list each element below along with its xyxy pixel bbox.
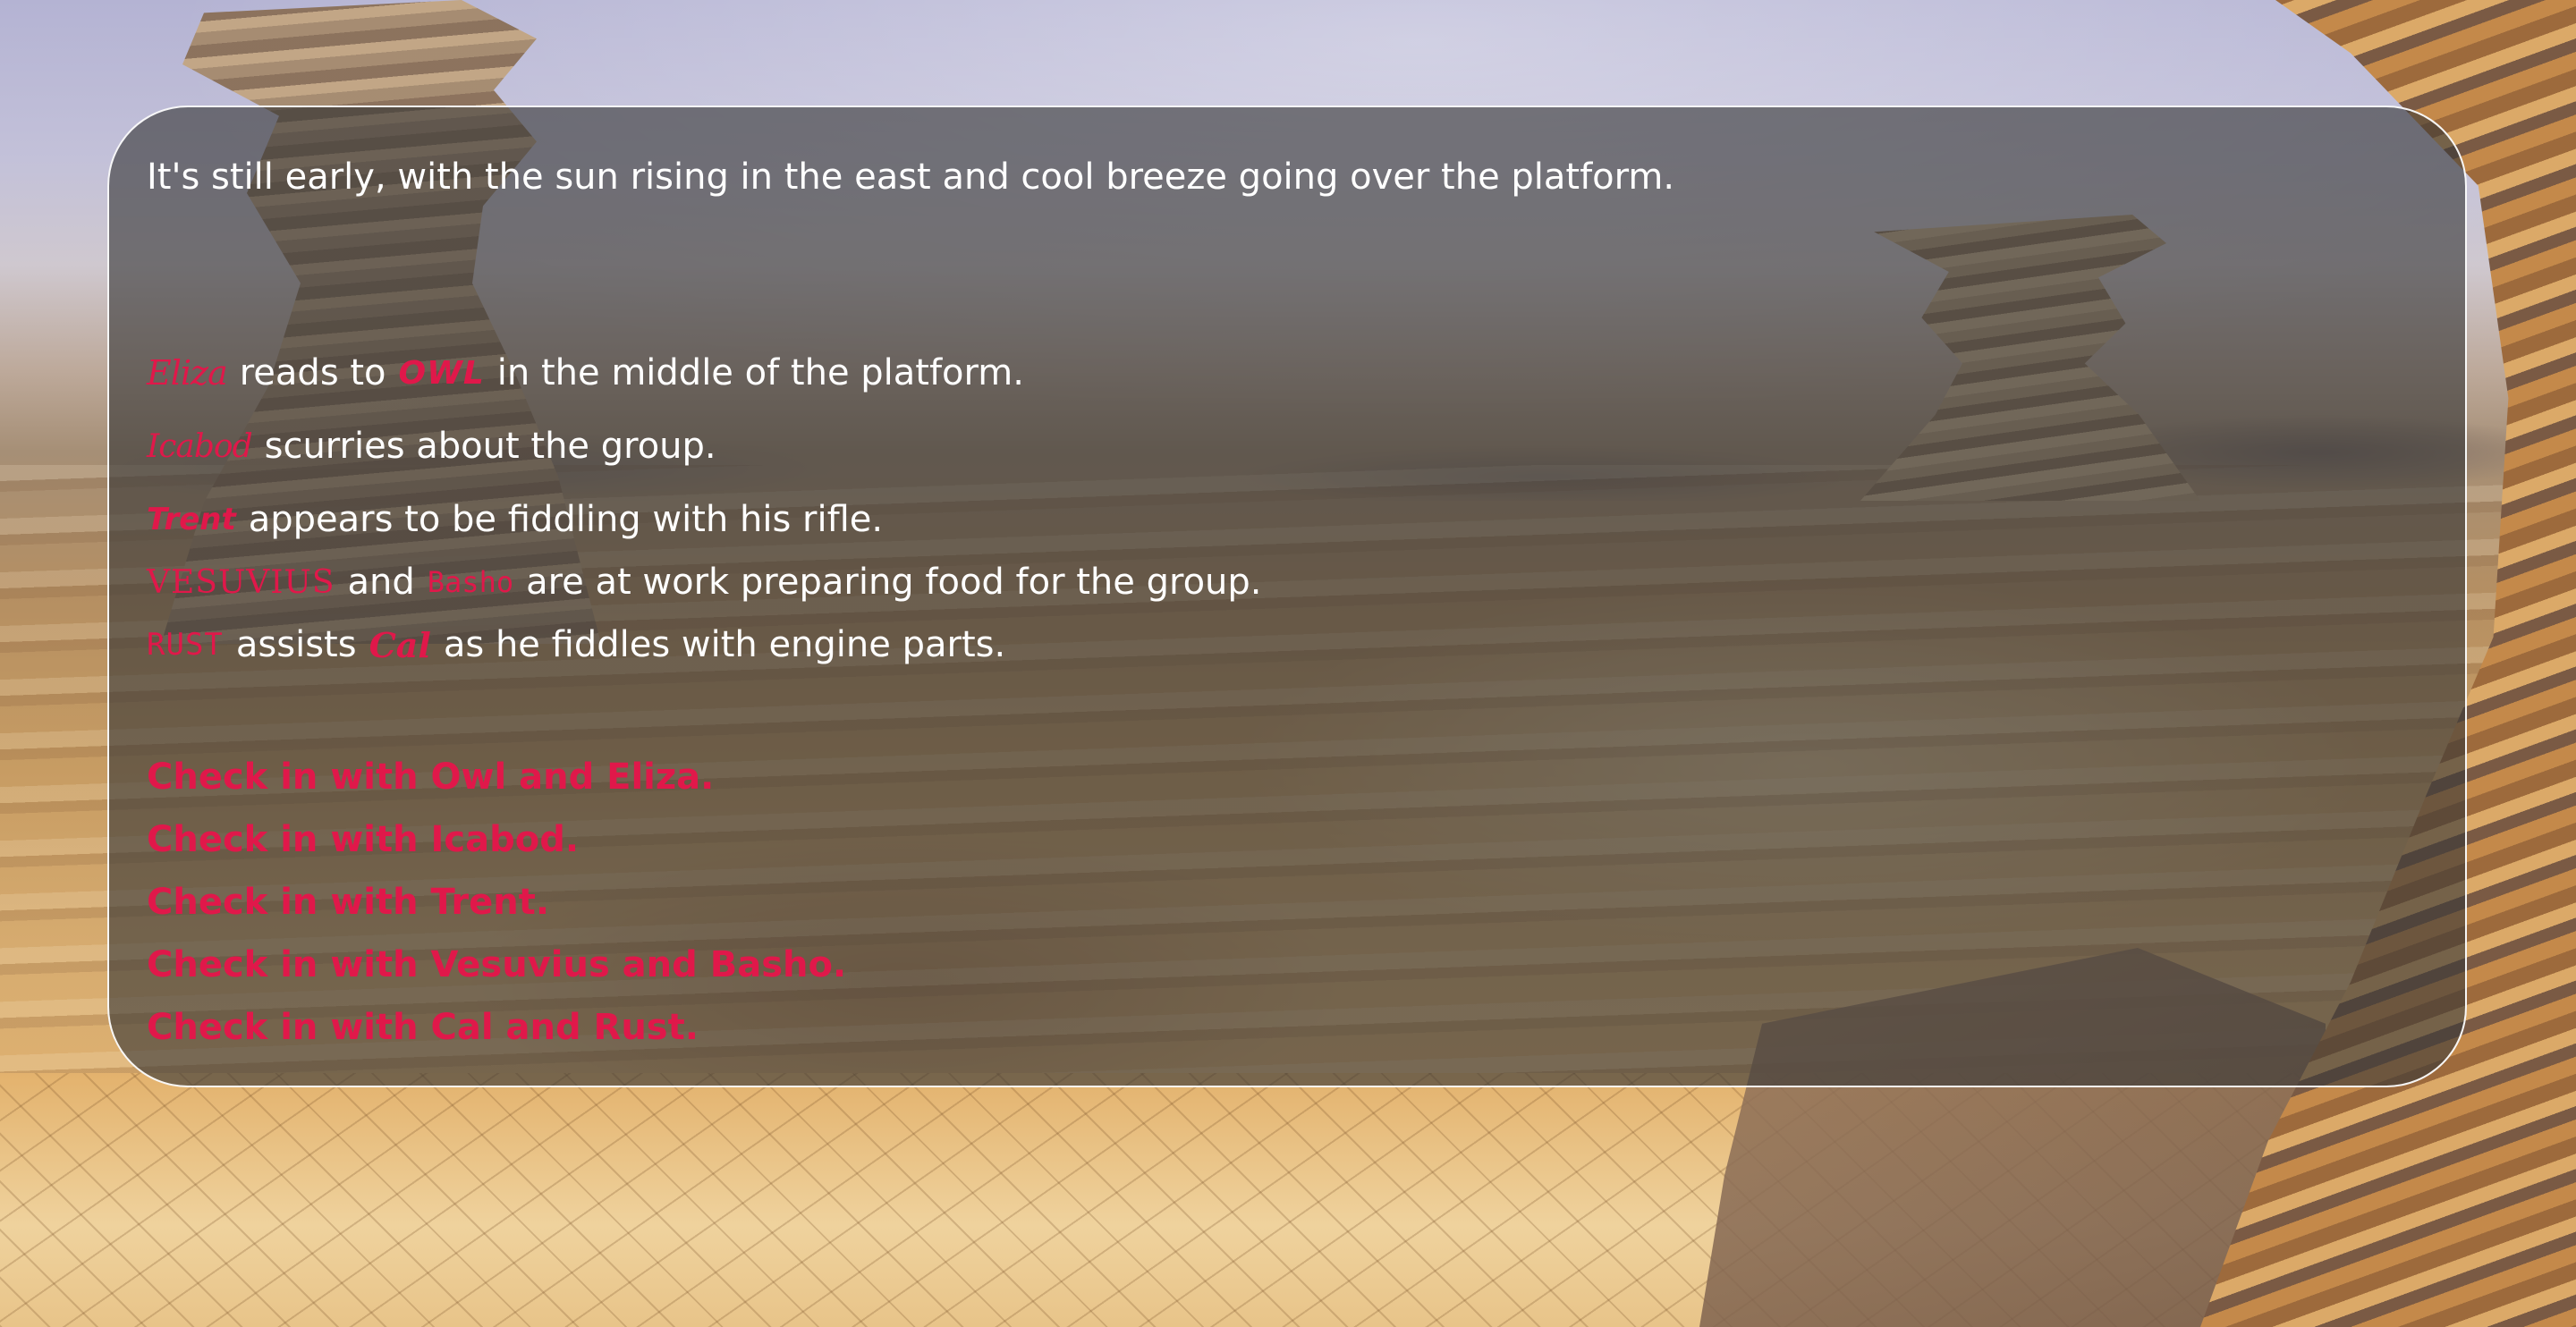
choice-vesuvius-basho-link[interactable]: Check in with Vesuvius and Basho. — [147, 944, 846, 985]
character-name-cal: Cal — [369, 624, 431, 665]
choice-trent-link[interactable]: Check in with Trent. — [147, 882, 549, 923]
scene-text: as he fiddles with engine parts. — [443, 624, 1006, 665]
character-name-vesuvius: Vesuvius — [147, 563, 335, 601]
choice-item: Check in with Owl and Eliza. — [147, 746, 846, 808]
scene-line-rust-cal: Rust assists Cal as he fiddles with engi… — [147, 613, 1262, 676]
scene-line-icabod: Icabod scurries about the group. — [147, 415, 1262, 478]
scene-text: appears to be fiddling with his rifle. — [248, 499, 884, 540]
choice-item: Check in with Trent. — [147, 871, 846, 934]
scene-lines: Eliza reads to Owl in the middle of the … — [147, 342, 1262, 676]
scene-line-eliza-owl: Eliza reads to Owl in the middle of the … — [147, 342, 1262, 404]
scene-connector: reads to — [239, 352, 386, 393]
choice-cal-rust-link[interactable]: Check in with Cal and Rust. — [147, 1007, 699, 1048]
choice-item: Check in with Cal and Rust. — [147, 996, 846, 1059]
choice-item: Check in with Icabod. — [147, 808, 846, 871]
narration-text: It's still early, with the sun rising in… — [147, 156, 1675, 198]
choice-icabod-link[interactable]: Check in with Icabod. — [147, 819, 579, 860]
scene-text: in the middle of the platform. — [496, 352, 1024, 393]
character-name-basho: Basho — [427, 565, 514, 599]
scene-line-trent: Trent appears to be fiddling with his ri… — [147, 488, 1262, 551]
choice-owl-eliza-link[interactable]: Check in with Owl and Eliza. — [147, 756, 714, 798]
scene-connector: and — [347, 562, 415, 603]
story-panel: It's still early, with the sun rising in… — [107, 106, 2467, 1087]
scene-text: are at work preparing food for the group… — [526, 562, 1262, 603]
scene-line-vesuvius-basho: Vesuvius and Basho are at work preparing… — [147, 551, 1262, 613]
scene-connector: assists — [235, 624, 357, 665]
character-name-owl: Owl — [398, 354, 485, 392]
character-name-eliza: Eliza — [147, 353, 228, 393]
character-name-icabod: Icabod — [147, 427, 253, 465]
choice-list: Check in with Owl and Eliza. Check in wi… — [147, 746, 846, 1059]
scene-text: scurries about the group. — [264, 426, 716, 467]
character-name-trent: Trent — [147, 502, 236, 537]
choice-item: Check in with Vesuvius and Basho. — [147, 934, 846, 996]
character-name-rust: Rust — [147, 627, 224, 663]
